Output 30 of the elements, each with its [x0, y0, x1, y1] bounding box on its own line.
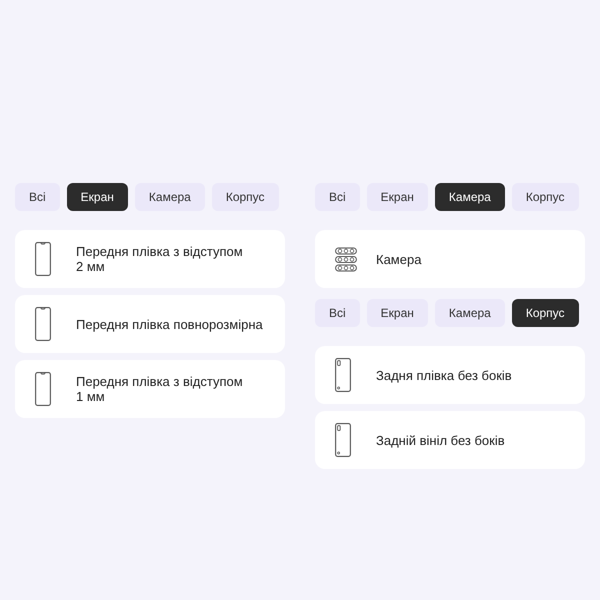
option-label: Задня плівка без боків: [376, 368, 512, 382]
option-card[interactable]: Задній вініл без боків: [315, 411, 585, 469]
option-card[interactable]: Камера: [315, 230, 585, 288]
camera-lens-icon: [335, 246, 357, 272]
filter-tab[interactable]: Всі: [15, 183, 60, 211]
option-label: Передня плівка з відступом 1 мм: [76, 374, 244, 404]
filter-tab[interactable]: Екран: [366, 299, 428, 327]
option-card[interactable]: Передня плівка з відступом 1 мм: [15, 360, 285, 418]
option-label: Передня плівка повнорозмірна: [76, 316, 263, 332]
option-label: Задній вініл без боків: [376, 432, 505, 448]
option-card[interactable]: Передня плівка з відступом 2 мм: [15, 230, 285, 288]
filter-tab[interactable]: Всі: [315, 183, 360, 211]
filter-tab[interactable]: Корпус: [512, 183, 579, 211]
filter-tab[interactable]: Корпус: [212, 183, 279, 211]
filter-tab[interactable]: Камера: [434, 299, 505, 327]
option-label: Передня плівка з відступом 2 мм: [76, 244, 244, 274]
phone-outline-icon: [35, 372, 51, 406]
filter-tab[interactable]: Камера: [434, 183, 505, 211]
phone-outline-icon: [35, 307, 51, 341]
option-card[interactable]: Передня плівка повнорозмірна: [15, 295, 285, 353]
filter-tab[interactable]: Екран: [366, 183, 428, 211]
filter-tab[interactable]: Екран: [66, 183, 128, 211]
filter-tab[interactable]: Всі: [315, 299, 360, 327]
option-label: Камера: [376, 252, 422, 266]
phone-back-icon: [335, 358, 351, 392]
filter-tab[interactable]: Камера: [134, 183, 205, 211]
phone-outline-icon: [35, 242, 51, 276]
phone-back-icon: [335, 423, 351, 457]
option-card[interactable]: Задня плівка без боків: [315, 346, 585, 404]
filter-tab[interactable]: Корпус: [512, 299, 579, 327]
